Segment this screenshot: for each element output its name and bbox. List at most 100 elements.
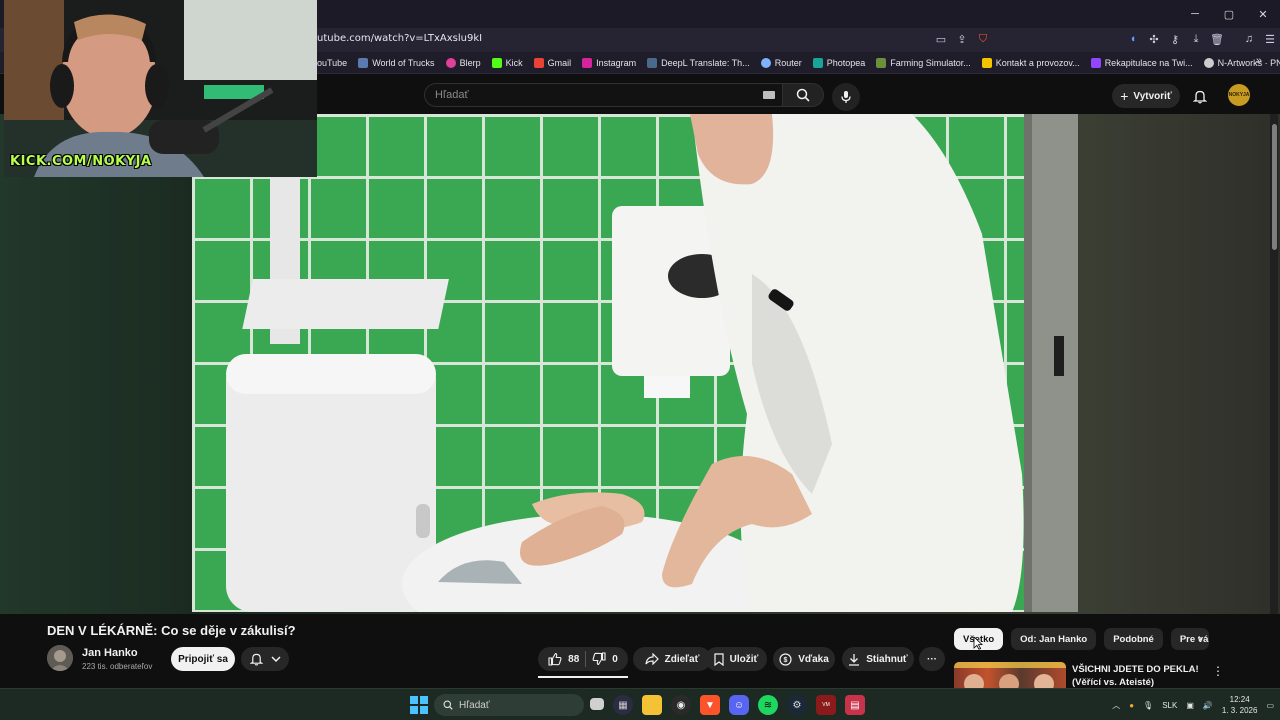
audio-icon[interactable]: ◖ (1126, 31, 1140, 47)
brave-browser-icon[interactable]: ▼ (700, 695, 720, 715)
recommended-video-title[interactable]: VŠICHNI JDETE DO PEKLA! (Věřící vs. Atei… (1072, 663, 1202, 689)
window-controls: ─ ▢ ✕ (1178, 0, 1280, 28)
clock-time: 12:24 (1229, 695, 1250, 704)
bookmark-label: N-Artworks · PNG (1217, 58, 1280, 68)
app-icon[interactable]: ▦ (613, 695, 633, 715)
discord-icon[interactable]: ☺ (729, 695, 749, 715)
search-input[interactable]: Hľadať (424, 83, 786, 107)
pinned-apps: ▦ ◉ ▼ ☺ ≋ ⚙ VM ▤ (590, 695, 865, 715)
bookmark-kick[interactable]: Kick (491, 58, 523, 68)
save-button[interactable]: Uložiť (705, 647, 767, 671)
download-button[interactable]: Stiahnuť (842, 647, 914, 671)
bookmark-gmail[interactable]: Gmail (533, 58, 571, 68)
file-explorer-icon[interactable] (642, 695, 662, 715)
video-title: DEN V LÉKÁRNĚ: Co se děje v zákulisí? (47, 623, 296, 638)
voicemeeter-icon[interactable]: VM (816, 695, 836, 715)
network-icon[interactable]: ▣ (1186, 701, 1194, 710)
key-icon[interactable]: ⚷ (1168, 31, 1182, 47)
kontakt-icon (981, 58, 992, 68)
music-icon[interactable]: ♫ (1242, 31, 1256, 47)
voice-search-button[interactable] (832, 83, 860, 111)
taskbar-search[interactable]: Hľadať (434, 694, 584, 716)
channel-name[interactable]: Jan Hanko (82, 647, 138, 659)
tray-app-icon[interactable]: ● (1129, 701, 1134, 710)
account-avatar[interactable]: NOKYJA (1228, 84, 1250, 106)
bookmark-blerp[interactable]: Blerp (445, 58, 481, 68)
page-scrollbar-thumb[interactable] (1272, 124, 1277, 250)
download-icon[interactable]: ⤓ (1189, 31, 1203, 47)
mic-tray-icon[interactable]: 🎙 (1143, 701, 1153, 710)
recommended-video-thumbnail[interactable] (954, 662, 1066, 688)
windows-taskbar: Hľadať ▦ ◉ ▼ ☺ ≋ ⚙ VM ▤ ︿ ● 🎙 SLK ▣ 🔊 12… (0, 688, 1280, 720)
thumbnail-image (954, 662, 1066, 688)
url-field[interactable]: utube.com/watch?v=LTxAxslu9kI (317, 33, 482, 44)
chevron-right-icon[interactable]: › (1198, 631, 1202, 645)
bookmark-farming-simulator[interactable]: Farming Simulator... (876, 58, 971, 68)
thumbs-down-icon (592, 652, 606, 666)
bookmark-label: Blerp (459, 58, 481, 68)
taskbar-search-label: Hľadať (459, 699, 490, 711)
chip-related[interactable]: Podobné (1104, 628, 1163, 650)
world-of-trucks-icon (358, 58, 369, 68)
bookmark-label: DeepL Translate: Th... (661, 58, 750, 68)
windows-start-button[interactable] (410, 696, 428, 714)
bookmark-router[interactable]: Router (760, 58, 802, 68)
divider (585, 651, 587, 667)
streamer-webcam: KICK.COM/NOKYJA (4, 0, 317, 177)
bookmark-instagram[interactable]: Instagram (582, 58, 636, 68)
join-button[interactable]: Pripojiť sa (171, 647, 235, 671)
spotify-icon[interactable]: ≋ (758, 695, 778, 715)
bookmark-label: ouTube (317, 58, 348, 68)
keyboard-icon[interactable] (763, 91, 775, 99)
bookmark-youtube[interactable]: ouTube (317, 58, 347, 68)
globe-icon (1203, 58, 1214, 68)
chevron-up-icon[interactable]: ︿ (1112, 700, 1120, 711)
bookmark-n-artworks[interactable]: N-Artworks · PNG (1203, 58, 1280, 68)
extensions-icon[interactable]: ✣ (1147, 31, 1161, 47)
bookmark-deepl[interactable]: DeepL Translate: Th... (647, 58, 750, 68)
search-icon (443, 700, 453, 710)
bookmark-world-of-trucks[interactable]: World of Trucks (358, 58, 435, 68)
system-clock[interactable]: 12:24 1. 3. 2026 (1222, 694, 1258, 716)
bookmark-photopea[interactable]: Photopea (812, 58, 865, 68)
close-button[interactable]: ✕ (1246, 0, 1280, 28)
share-button[interactable]: Zdieľať (633, 647, 711, 671)
like-count: 88 (568, 653, 580, 665)
task-view-icon[interactable] (590, 698, 604, 710)
maximize-button[interactable]: ▢ (1212, 0, 1246, 28)
chip-from-channel[interactable]: Od: Jan Hanko (1011, 628, 1097, 650)
router-icon (760, 58, 771, 68)
notification-settings-button[interactable] (241, 647, 289, 671)
dislike-button[interactable]: 0 (592, 652, 618, 666)
app-red-icon[interactable]: ▤ (845, 695, 865, 715)
menu-icon[interactable]: ☰ (1263, 31, 1277, 47)
like-button[interactable]: 88 (548, 652, 579, 666)
notifications-button[interactable] (1190, 86, 1210, 106)
bookmark-label: Farming Simulator... (890, 58, 971, 68)
more-actions-button[interactable]: ··· (919, 647, 945, 671)
video-player[interactable] (192, 114, 1078, 612)
obs-icon[interactable]: ◉ (671, 695, 691, 715)
bookmarks-overflow-button[interactable]: » (1256, 55, 1262, 67)
kebab-menu-icon[interactable]: ⋮ (1212, 664, 1224, 678)
language-indicator[interactable]: SLK (1162, 701, 1177, 710)
bookmark-kontakt[interactable]: Kontakt a provozov... (981, 58, 1080, 68)
bookmark-rekapitulace[interactable]: Rekapitulace na Twi... (1090, 58, 1193, 68)
search-button[interactable] (782, 83, 824, 107)
thanks-button[interactable]: $ Vďaka (773, 647, 835, 671)
bell-icon (249, 653, 263, 666)
share-label: Zdieľať (664, 653, 700, 665)
channel-avatar[interactable] (47, 645, 73, 671)
notifications-center-icon[interactable]: ▭ (1266, 701, 1274, 710)
share-icon[interactable]: ⇪ (955, 31, 969, 47)
brave-shield-icon[interactable]: ⛉ (976, 31, 990, 47)
system-tray: ︿ ● 🎙 SLK ▣ 🔊 12:24 1. 3. 2026 ▭ (1112, 689, 1274, 720)
minimize-button[interactable]: ─ (1178, 0, 1212, 28)
reader-view-icon[interactable]: ▭ (934, 31, 948, 47)
volume-icon[interactable]: 🔊 (1203, 701, 1213, 710)
steam-icon[interactable]: ⚙ (787, 695, 807, 715)
create-button[interactable]: + Vytvoriť (1112, 84, 1180, 108)
chip-for-you[interactable]: Pre vás (1170, 628, 1209, 650)
trash-icon[interactable]: 🗑 (1210, 31, 1224, 47)
